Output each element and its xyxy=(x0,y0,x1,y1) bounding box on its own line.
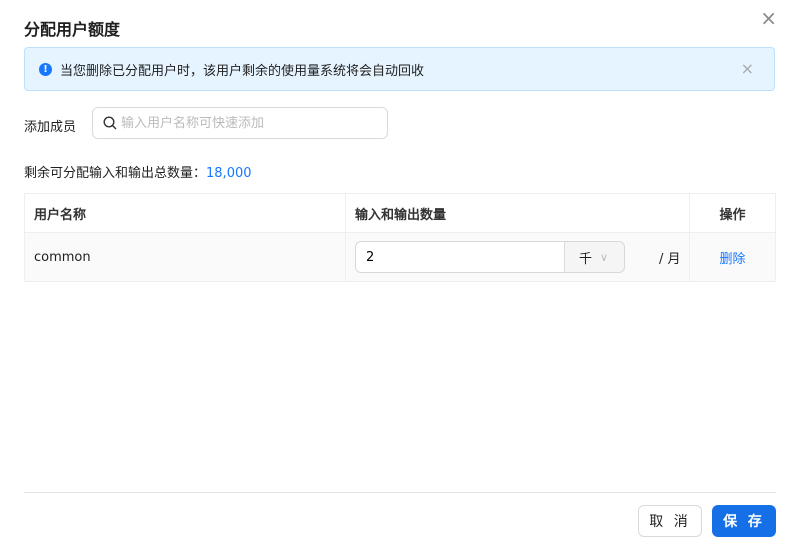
delete-link[interactable]: 删除 xyxy=(719,252,745,267)
alert-close-icon[interactable]: × xyxy=(741,59,754,78)
chevron-down-icon: ∨ xyxy=(600,250,609,264)
header-amount: 输入和输出数量 xyxy=(345,193,690,233)
table-row: common 千∨ / 月 删除 xyxy=(24,232,776,282)
member-search-input[interactable] xyxy=(121,115,371,131)
close-icon[interactable]: × xyxy=(760,6,777,30)
period-label: / 月 xyxy=(659,251,681,267)
cancel-button[interactable]: 取 消 xyxy=(638,505,702,537)
unit-value: 千 xyxy=(579,251,593,267)
amount-input[interactable] xyxy=(355,241,565,273)
row-username: common xyxy=(24,232,346,282)
unit-select[interactable]: 千 ∨ xyxy=(565,241,625,273)
header-username: 用户名称 xyxy=(24,193,346,233)
info-alert: ! 当您删除已分配用户时，该用户剩余的使用量系统将会自动回收 × xyxy=(24,47,775,91)
save-button[interactable]: 保 存 xyxy=(712,505,776,537)
remaining-label: 剩余可分配输入和输出总数量： xyxy=(24,166,207,181)
remaining-quota: 剩余可分配输入和输出总数量：18,000 xyxy=(24,162,252,181)
add-member-label: 添加成员 xyxy=(24,120,77,135)
member-search[interactable] xyxy=(92,107,388,139)
footer-divider xyxy=(24,492,776,493)
remaining-value: 18,000 xyxy=(206,166,252,181)
row-amount-cell: 千∨ / 月 xyxy=(345,232,690,282)
header-actions: 操作 xyxy=(689,193,776,233)
alert-text: 当您删除已分配用户时，该用户剩余的使用量系统将会自动回收 xyxy=(60,63,425,79)
info-icon: ! xyxy=(39,62,52,76)
search-icon xyxy=(103,116,117,130)
user-quota-table: 用户名称 输入和输出数量 操作 common 千∨ / 月 删除 xyxy=(24,193,776,282)
table-header: 用户名称 输入和输出数量 操作 xyxy=(24,193,776,233)
dialog-title: 分配用户额度 xyxy=(24,20,121,39)
